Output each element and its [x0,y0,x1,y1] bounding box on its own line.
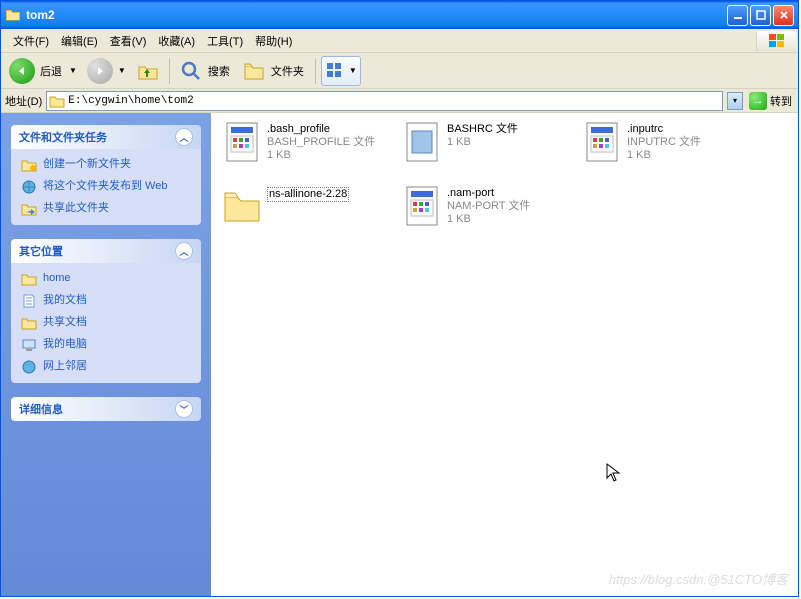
window-title: tom2 [26,8,727,22]
place-shared[interactable]: 共享文档 [21,315,191,331]
place-mydocs[interactable]: 我的文档 [21,293,191,309]
chevron-up-icon[interactable]: ︿ [175,128,193,146]
folders-icon [242,59,266,83]
documents-icon [21,293,37,309]
up-button[interactable] [132,56,164,86]
address-box[interactable] [46,91,723,111]
folder-icon [5,7,21,23]
file-view[interactable]: .bash_profileBASH_PROFILE 文件1 KB BASHRC … [211,113,798,596]
address-label: 地址(D) [5,93,42,109]
view-icon [325,61,345,81]
address-bar: 地址(D) ▾ → 转到 [1,89,798,113]
folder-item[interactable]: ns-allinone-2.28 [221,185,391,227]
close-button[interactable] [773,5,794,26]
dropdown-arrow-icon: ▼ [118,66,126,75]
globe-icon [21,179,37,195]
task-publish[interactable]: 将这个文件夹发布到 Web [21,179,191,195]
chevron-up-icon[interactable]: ︿ [175,242,193,260]
place-mycomputer[interactable]: 我的电脑 [21,337,191,353]
file-icon [401,121,443,163]
folder-icon [49,93,65,109]
menu-view[interactable]: 查看(V) [104,30,153,52]
place-network[interactable]: 网上邻居 [21,359,191,375]
go-button[interactable]: → 转到 [747,91,794,111]
separator [315,58,316,84]
network-icon [21,359,37,375]
back-icon [9,58,35,84]
address-input[interactable] [68,95,720,107]
side-panel: 文件和文件夹任务 ︿ 创建一个新文件夹 将这个文件夹发布到 Web 共享此文件夹 [1,113,211,596]
folders-button[interactable]: 文件夹 [238,56,310,86]
minimize-button[interactable] [727,5,748,26]
tasks-panel: 文件和文件夹任务 ︿ 创建一个新文件夹 将这个文件夹发布到 Web 共享此文件夹 [11,125,201,225]
file-item[interactable]: .bash_profileBASH_PROFILE 文件1 KB [221,121,391,163]
separator [169,58,170,84]
toolbar: 后退 ▼ ▼ 搜索 文件夹 ▼ [1,53,798,89]
folder-up-icon [136,59,160,83]
search-button[interactable]: 搜索 [175,56,236,86]
address-dropdown[interactable]: ▾ [727,92,743,110]
menu-file[interactable]: 文件(F) [7,30,55,52]
maximize-button[interactable] [750,5,771,26]
menu-help[interactable]: 帮助(H) [249,30,298,52]
watermark: https://blog.csdn.@51CTO博客 [609,569,788,588]
computer-icon [21,337,37,353]
forward-icon [87,58,113,84]
folder-icon [21,271,37,287]
menu-tools[interactable]: 工具(T) [201,30,249,52]
share-icon [21,201,37,217]
details-panel-header[interactable]: 详细信息 ﹀ [11,397,201,421]
folder-icon [221,185,263,227]
task-share[interactable]: 共享此文件夹 [21,201,191,217]
file-icon [581,121,623,163]
shared-docs-icon [21,315,37,331]
file-item[interactable]: .inputrcINPUTRC 文件1 KB [581,121,751,163]
tasks-panel-header[interactable]: 文件和文件夹任务 ︿ [11,125,201,149]
go-icon: → [749,92,767,110]
file-item[interactable]: .nam-portNAM-PORT 文件1 KB [401,185,571,227]
forward-button[interactable]: ▼ [83,56,130,86]
task-new-folder[interactable]: 创建一个新文件夹 [21,157,191,173]
file-item[interactable]: BASHRC 文件1 KB [401,121,571,163]
cursor-icon [606,463,622,483]
place-home[interactable]: home [21,271,191,287]
chevron-down-icon[interactable]: ﹀ [175,400,193,418]
dropdown-arrow-icon: ▼ [69,66,77,75]
titlebar[interactable]: tom2 [1,1,798,29]
menu-favorites[interactable]: 收藏(A) [152,30,201,52]
windows-flag-icon [756,31,796,51]
new-folder-icon [21,157,37,173]
back-button[interactable]: 后退 ▼ [5,56,81,86]
search-icon [179,59,203,83]
places-panel-header[interactable]: 其它位置 ︿ [11,239,201,263]
file-icon [221,121,263,163]
menubar: 文件(F) 编辑(E) 查看(V) 收藏(A) 工具(T) 帮助(H) [1,29,798,53]
file-icon [401,185,443,227]
menu-edit[interactable]: 编辑(E) [55,30,104,52]
view-mode-button[interactable]: ▼ [321,56,361,86]
places-panel: 其它位置 ︿ home 我的文档 共享文档 我的电脑 网上邻居 [11,239,201,383]
dropdown-arrow-icon: ▼ [349,66,357,75]
details-panel: 详细信息 ﹀ [11,397,201,421]
